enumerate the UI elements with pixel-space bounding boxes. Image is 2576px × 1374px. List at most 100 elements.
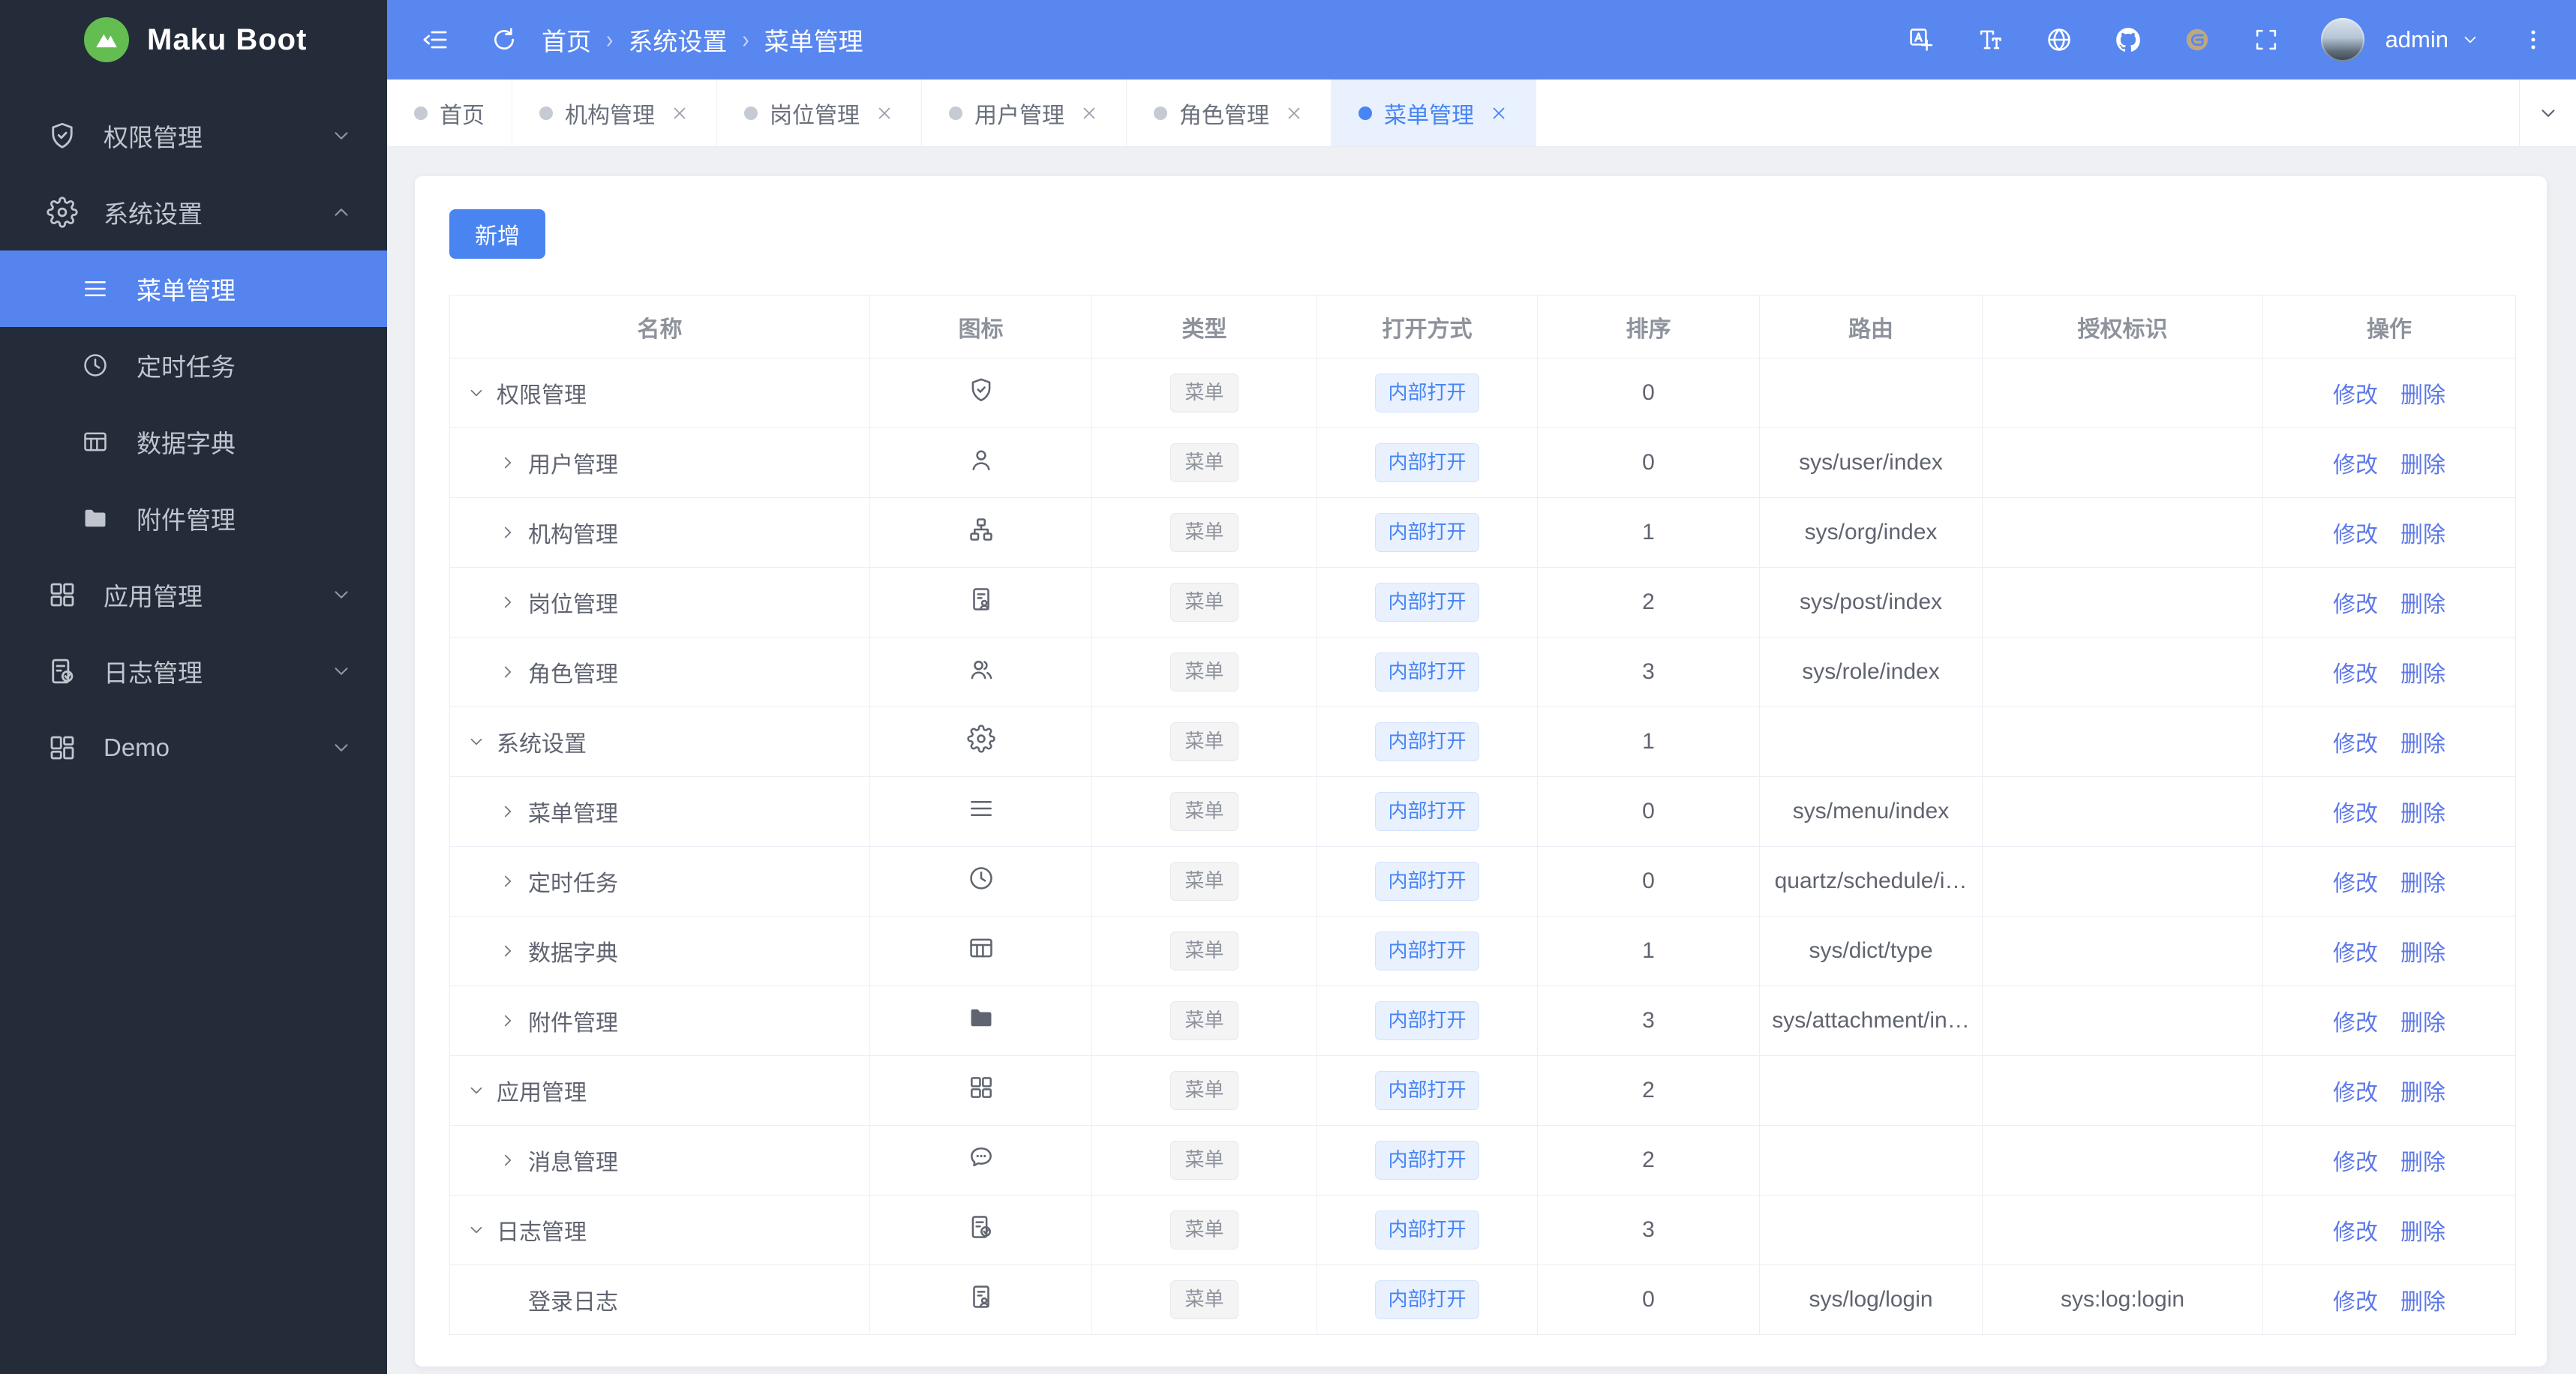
edit-link[interactable]: 修改: [2333, 523, 2378, 548]
edit-link[interactable]: 修改: [2333, 1290, 2378, 1315]
kebab-menu-icon[interactable]: [2520, 27, 2546, 52]
edit-link[interactable]: 修改: [2333, 802, 2378, 826]
delete-link[interactable]: 删除: [2400, 1220, 2445, 1245]
delete-link[interactable]: 删除: [2400, 453, 2445, 478]
avatar[interactable]: [2320, 18, 2364, 62]
expand-arrow-icon[interactable]: [467, 732, 486, 752]
cell-icon: [869, 776, 1092, 847]
menu-name: 登录日志: [528, 1290, 618, 1315]
tab-close-icon[interactable]: [1284, 104, 1304, 123]
cell-actions: 修改 删除: [2262, 706, 2516, 777]
tab-岗位管理[interactable]: 岗位管理: [717, 80, 922, 146]
delete-link[interactable]: 删除: [2400, 1290, 2445, 1315]
cell-sort: 1: [1537, 916, 1760, 986]
globe-icon[interactable]: [2045, 26, 2073, 54]
font-size-icon[interactable]: [1976, 26, 2004, 54]
sidebar-item-应用管理[interactable]: 应用管理: [0, 556, 387, 633]
type-badge: 菜单: [1170, 583, 1238, 622]
shield-check-icon: [967, 376, 995, 404]
delete-link[interactable]: 删除: [2400, 662, 2445, 687]
sidebar-item-权限管理[interactable]: 权限管理: [0, 98, 387, 174]
column-header-路由: 路由: [1759, 295, 1983, 358]
cell-route: [1759, 358, 1983, 428]
gear-icon: [47, 196, 78, 228]
sidebar-item-Demo[interactable]: Demo: [0, 710, 387, 786]
breadcrumb-home[interactable]: 首页: [542, 22, 591, 58]
tab-菜单管理[interactable]: 菜单管理: [1332, 80, 1536, 146]
sidebar-item-系统设置[interactable]: 系统设置: [0, 174, 387, 250]
table-row: 用户管理 菜单 内部打开 0 sys/user/index 修改 删除: [449, 428, 2516, 498]
column-header-名称: 名称: [449, 295, 870, 358]
edit-link[interactable]: 修改: [2333, 453, 2378, 478]
expand-arrow-icon[interactable]: [467, 1220, 486, 1240]
edit-link[interactable]: 修改: [2333, 383, 2378, 408]
translate-icon[interactable]: [1907, 26, 1935, 54]
tab-close-icon[interactable]: [875, 104, 894, 123]
cell-open-mode: 内部打开: [1317, 1125, 1538, 1196]
expand-arrow-icon[interactable]: [498, 523, 518, 542]
expand-arrow-icon[interactable]: [498, 872, 518, 891]
tab-机构管理[interactable]: 机构管理: [512, 80, 717, 146]
user-menu[interactable]: admin: [2385, 26, 2480, 53]
tab-角色管理[interactable]: 角色管理: [1127, 80, 1332, 146]
delete-link[interactable]: 删除: [2400, 1081, 2445, 1106]
delete-link[interactable]: 删除: [2400, 1011, 2445, 1036]
delete-link[interactable]: 删除: [2400, 872, 2445, 896]
edit-link[interactable]: 修改: [2333, 732, 2378, 757]
expand-arrow-icon[interactable]: [498, 1150, 518, 1170]
gitee-icon[interactable]: [2183, 26, 2211, 54]
expand-arrow-icon[interactable]: [498, 662, 518, 682]
edit-link[interactable]: 修改: [2333, 1081, 2378, 1106]
delete-link[interactable]: 删除: [2400, 732, 2445, 757]
expand-arrow-icon[interactable]: [498, 1011, 518, 1030]
table-icon: [81, 428, 110, 456]
sidebar-subitem-附件管理[interactable]: 附件管理: [0, 480, 387, 556]
tab-close-icon[interactable]: [1489, 104, 1509, 123]
fullscreen-icon[interactable]: [2252, 26, 2280, 54]
expand-arrow-icon[interactable]: [498, 592, 518, 612]
github-icon[interactable]: [2114, 26, 2142, 54]
breadcrumb-current[interactable]: 菜单管理: [764, 22, 863, 58]
sidebar-item-日志管理[interactable]: 日志管理: [0, 633, 387, 710]
table-row: 消息管理 菜单 内部打开 2 修改 删除: [449, 1125, 2516, 1196]
cell-type: 菜单: [1091, 986, 1317, 1056]
tab-首页[interactable]: 首页: [387, 80, 512, 146]
delete-link[interactable]: 删除: [2400, 592, 2445, 617]
column-header-类型: 类型: [1091, 295, 1317, 358]
delete-link[interactable]: 删除: [2400, 523, 2445, 548]
edit-link[interactable]: 修改: [2333, 592, 2378, 617]
expand-arrow-icon[interactable]: [498, 453, 518, 472]
cell-sort: 2: [1537, 1055, 1760, 1126]
expand-arrow-icon[interactable]: [467, 383, 486, 403]
tab-close-icon[interactable]: [1079, 104, 1099, 123]
edit-link[interactable]: 修改: [2333, 1220, 2378, 1245]
add-button[interactable]: 新增: [449, 209, 545, 259]
delete-link[interactable]: 删除: [2400, 1150, 2445, 1175]
refresh-icon[interactable]: [489, 25, 519, 55]
sidebar-subitem-菜单管理[interactable]: 菜单管理: [0, 250, 387, 327]
brand[interactable]: Maku Boot: [0, 0, 387, 80]
edit-link[interactable]: 修改: [2333, 662, 2378, 687]
cell-route: sys/role/index: [1759, 637, 1983, 707]
expand-arrow-icon[interactable]: [498, 941, 518, 961]
expand-arrow-icon[interactable]: [467, 1081, 486, 1100]
open-mode-badge: 内部打开: [1375, 1071, 1479, 1110]
breadcrumb-system[interactable]: 系统设置: [628, 22, 727, 58]
delete-link[interactable]: 删除: [2400, 383, 2445, 408]
sidebar-subitem-数据字典[interactable]: 数据字典: [0, 404, 387, 480]
tabs-dropdown-button[interactable]: [2519, 80, 2576, 146]
tab-close-icon[interactable]: [670, 104, 689, 123]
open-mode-badge: 内部打开: [1375, 443, 1479, 482]
sidebar-subitem-定时任务[interactable]: 定时任务: [0, 327, 387, 404]
delete-link[interactable]: 删除: [2400, 802, 2445, 826]
edit-link[interactable]: 修改: [2333, 1150, 2378, 1175]
expand-arrow-icon[interactable]: [498, 802, 518, 821]
delete-link[interactable]: 删除: [2400, 941, 2445, 966]
menu-fold-icon[interactable]: [420, 25, 450, 55]
edit-link[interactable]: 修改: [2333, 1011, 2378, 1036]
tab-用户管理[interactable]: 用户管理: [922, 80, 1127, 146]
cell-sort: 3: [1537, 1195, 1760, 1265]
sidebar-item-label: Demo: [104, 734, 170, 761]
edit-link[interactable]: 修改: [2333, 941, 2378, 966]
edit-link[interactable]: 修改: [2333, 872, 2378, 896]
